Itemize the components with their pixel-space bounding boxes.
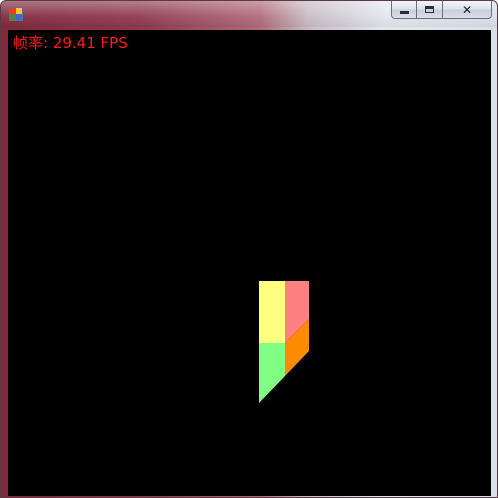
quad-bottom-left xyxy=(259,343,285,403)
form-icon[interactable] xyxy=(9,7,23,21)
render-canvas[interactable]: 帧率: 29.41 FPS xyxy=(8,30,491,496)
close-button[interactable]: ✕ xyxy=(443,1,492,19)
window-controls: ✕ xyxy=(391,1,492,20)
title-bar[interactable]: ✕ xyxy=(1,1,497,27)
maximize-icon xyxy=(425,6,434,13)
quad-top-left xyxy=(259,281,285,343)
scene-render xyxy=(259,281,309,403)
maximize-button[interactable] xyxy=(417,1,443,19)
minimize-icon xyxy=(399,11,409,14)
minimize-button[interactable] xyxy=(391,1,417,19)
app-window: ✕ 帧率: 29.41 FPS xyxy=(0,0,498,498)
close-icon: ✕ xyxy=(461,2,473,17)
